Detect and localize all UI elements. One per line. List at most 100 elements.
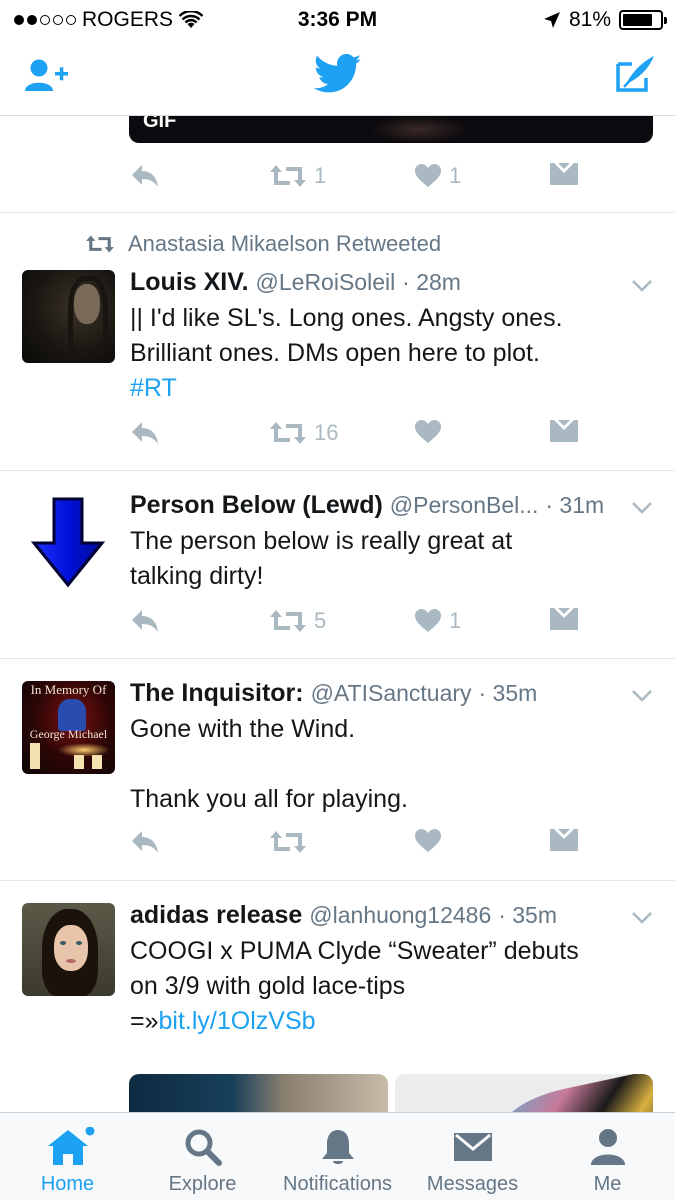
like-button[interactable]: 1 <box>415 163 461 189</box>
status-bar: ROGERS 3:36 PM 81% <box>0 0 675 38</box>
battery-icon <box>619 10 667 30</box>
reply-icon <box>132 831 158 853</box>
reply-button[interactable] <box>130 420 160 446</box>
tweet-text-line: || I'd like SL's. Long ones. Angsty ones… <box>130 304 563 332</box>
avatar-lips <box>66 959 76 963</box>
tweet-text-line: The person below is really great at <box>130 527 513 555</box>
avatar[interactable] <box>22 903 115 996</box>
retweet-count: 5 <box>314 608 327 633</box>
reply-button[interactable] <box>130 163 160 189</box>
tab-label: Notifications <box>283 1173 392 1195</box>
tweet-text-line: COOGI x PUMA Clyde “Sweater” debuts <box>130 937 579 965</box>
heart-icon <box>415 829 441 852</box>
tab-label: Explore <box>168 1173 237 1195</box>
chevron-down-icon[interactable] <box>631 689 653 703</box>
display-name[interactable]: The Inquisitor: <box>130 679 304 707</box>
timeline[interactable]: GIF 1 1 Anastasia Mikaelson Retweeted Lo… <box>0 116 675 1112</box>
tab-bar: Home Explore Notifications Messages Me <box>0 1112 675 1200</box>
display-name[interactable]: Person Below (Lewd) <box>130 491 383 519</box>
retweet-button[interactable]: 16 <box>270 420 338 446</box>
message-button[interactable] <box>550 608 578 630</box>
tweet-text-line: Thank you all for playing. <box>130 785 408 813</box>
tab-messages[interactable]: Messages <box>405 1113 540 1200</box>
tweet-actions: 1 1 <box>130 163 590 197</box>
tweet-text-line <box>130 747 645 782</box>
bell-icon <box>321 1130 354 1164</box>
tweet-text: COOGI x PUMA Clyde “Sweater” debuts on 3… <box>130 934 645 1039</box>
search-icon <box>185 1129 222 1166</box>
candle-glow <box>58 743 110 757</box>
twitter-bird-icon[interactable] <box>314 54 362 94</box>
media-image-left[interactable] <box>129 1074 388 1112</box>
handle[interactable]: @ATISanctuary <box>311 680 472 706</box>
display-name[interactable]: Louis XIV. <box>130 268 249 296</box>
tweet-link[interactable]: bit.ly/1OlzVSb <box>159 1007 316 1035</box>
timestamp: · 31m <box>545 492 605 518</box>
dm-icon <box>550 163 578 185</box>
sneaker-shape <box>500 1074 653 1112</box>
tweet-text: The person below is really great at talk… <box>130 524 645 594</box>
retweet-icon <box>270 831 306 853</box>
avatar[interactable] <box>22 495 115 588</box>
tweet-gif[interactable]: GIF 1 1 <box>0 116 675 213</box>
avatar[interactable] <box>22 270 115 363</box>
dm-icon <box>550 420 578 442</box>
tweet-actions: 16 <box>130 420 590 454</box>
message-button[interactable] <box>550 420 578 442</box>
retweet-button[interactable]: 1 <box>270 163 326 189</box>
candle <box>92 755 102 769</box>
avatar[interactable]: In Memory Of George Michael <box>22 681 115 774</box>
retweeted-by-label: Anastasia Mikaelson Retweeted <box>128 231 442 256</box>
chevron-down-icon[interactable] <box>631 279 653 293</box>
tweet-person-below[interactable]: Person Below (Lewd) @PersonBel... · 31m … <box>0 471 675 659</box>
message-button[interactable] <box>550 829 578 851</box>
location-arrow-icon <box>543 12 560 28</box>
tab-explore[interactable]: Explore <box>135 1113 270 1200</box>
battery-percent: 81% <box>568 8 611 31</box>
retweet-button[interactable]: 5 <box>270 608 326 634</box>
tweet-link-line: =»bit.ly/1OlzVSb <box>130 1004 645 1039</box>
add-user-icon[interactable] <box>24 58 70 94</box>
nav-bar <box>0 38 675 116</box>
reply-button[interactable] <box>130 829 160 855</box>
message-button[interactable] <box>550 163 578 185</box>
tweet-inquisitor[interactable]: In Memory Of George Michael The Inquisit… <box>0 659 675 881</box>
dm-icon <box>550 608 578 630</box>
like-button[interactable] <box>415 420 441 444</box>
handle[interactable]: @lanhuong12486 <box>309 902 491 928</box>
tweet-header: Louis XIV. @LeRoiSoleil · 28m <box>130 268 615 297</box>
media-image-right[interactable] <box>395 1074 653 1112</box>
reply-button[interactable] <box>130 608 160 634</box>
gif-media[interactable]: GIF <box>129 116 653 143</box>
retweet-icon <box>270 165 306 187</box>
candle <box>74 755 84 769</box>
handle[interactable]: @LeRoiSoleil <box>256 269 396 295</box>
tweet-louis[interactable]: Anastasia Mikaelson Retweeted Louis XIV.… <box>0 213 675 471</box>
retweet-button[interactable] <box>270 829 306 855</box>
retweet-count: 16 <box>314 420 339 445</box>
timestamp: · 35m <box>478 680 538 706</box>
candle <box>30 743 40 769</box>
tab-notifications[interactable]: Notifications <box>270 1113 405 1200</box>
heart-icon <box>415 609 441 632</box>
tweet-text-line: talking dirty! <box>130 562 264 590</box>
like-button[interactable]: 1 <box>415 608 461 634</box>
like-button[interactable] <box>415 829 441 853</box>
tab-me[interactable]: Me <box>540 1113 675 1200</box>
tab-label: Messages <box>426 1173 519 1195</box>
retweet-icon <box>270 610 306 632</box>
display-name[interactable]: adidas release <box>130 901 302 929</box>
handle[interactable]: @PersonBel... <box>390 492 539 518</box>
chevron-down-icon[interactable] <box>631 501 653 515</box>
tab-home[interactable]: Home <box>0 1113 135 1200</box>
home-icon <box>47 1127 94 1165</box>
compose-icon[interactable] <box>614 54 656 94</box>
like-count: 1 <box>449 608 462 633</box>
reply-icon <box>132 610 158 632</box>
hashtag-link[interactable]: #RT <box>130 371 645 406</box>
tweet-text-line: on 3/9 with gold lace-tips <box>130 972 406 1000</box>
tab-label: Me <box>593 1173 622 1195</box>
tweet-adidas[interactable]: adidas release @lanhuong12486 · 35m COOG… <box>0 881 675 1112</box>
chevron-down-icon[interactable] <box>631 911 653 925</box>
reply-icon <box>132 422 158 444</box>
